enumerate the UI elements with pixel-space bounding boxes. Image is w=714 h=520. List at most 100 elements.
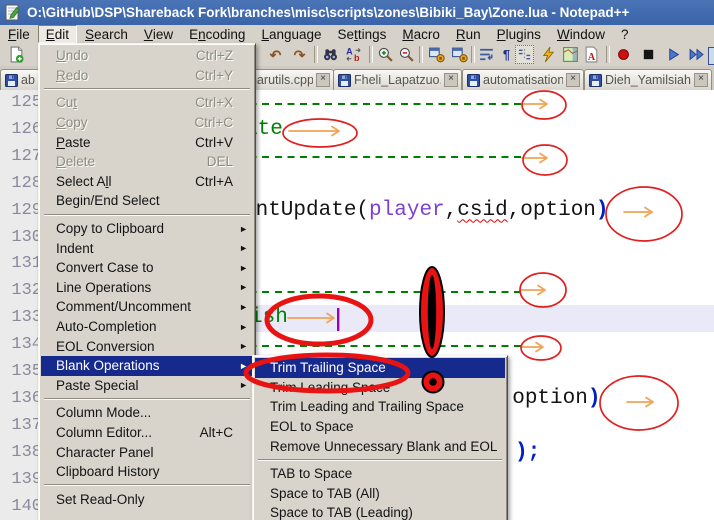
menu-item-column-editor[interactable]: Column Editor...Alt+C (41, 423, 253, 443)
submenu-item-trim-leading-space[interactable]: Trim Leading Space (255, 378, 505, 398)
submenu-arrow-icon: ► (239, 322, 248, 332)
sync-vertical-icon[interactable] (427, 45, 446, 64)
menu-item-copy-to-clipboard[interactable]: Copy to Clipboard► (41, 219, 253, 239)
zoom-out-icon[interactable] (397, 45, 416, 64)
redo-icon[interactable]: ↷ (290, 45, 309, 64)
menu-item-set-read-only[interactable]: Set Read-Only (41, 489, 253, 509)
menu-item-label: Select All (56, 174, 185, 189)
find-icon[interactable] (321, 45, 340, 64)
menu-item-shortcut: Ctrl+Z (196, 48, 233, 63)
submenu-item-tab-to-space[interactable]: TAB to Space (255, 464, 505, 484)
menu-item-comment-uncomment[interactable]: Comment/Uncomment► (41, 297, 253, 317)
menu-separator (42, 211, 252, 219)
line-number: 132 (2, 278, 42, 305)
menu-item-label: Convert Case to (56, 260, 233, 275)
submenu-arrow-icon: ► (239, 263, 248, 273)
menu-item-delete[interactable]: DeleteDEL (41, 152, 253, 172)
menu-item-paste[interactable]: PasteCtrl+V (41, 132, 253, 152)
menu-item-label: Set Read-Only (56, 492, 233, 507)
tab-close-icon[interactable]: × (694, 73, 708, 87)
menubar-item-language[interactable]: Language (253, 25, 329, 43)
line-number: 129 (2, 198, 42, 225)
sync-horizontal-icon[interactable] (450, 45, 469, 64)
menu-item-clipboard-history[interactable]: Clipboard History (41, 462, 253, 482)
undo-icon[interactable]: ↶ (266, 45, 285, 64)
menu-item-label: Delete (56, 154, 197, 169)
edit-menu-dropdown: UndoCtrl+ZRedoCtrl+YCutCtrl+XCopyCtrl+CP… (38, 43, 256, 520)
menu-separator (42, 395, 252, 403)
tab-label: Dieh_Yamilsiah.lua (605, 73, 691, 87)
submenu-item-space-to-tab-all[interactable]: Space to TAB (All) (255, 484, 505, 504)
replace-icon[interactable]: Ab (344, 45, 363, 64)
menu-item-shortcut: Ctrl+A (195, 174, 233, 189)
menu-item-convert-case-to[interactable]: Convert Case to ► (41, 258, 253, 278)
menubar-item-window[interactable]: Window (549, 25, 613, 43)
submenu-item-remove-unnecessary-blank-and-eol[interactable]: Remove Unnecessary Blank and EOL (255, 436, 505, 456)
submenu-item-trim-leading-and-trailing-space[interactable]: Trim Leading and Trailing Space (255, 397, 505, 417)
menu-item-redo[interactable]: RedoCtrl+Y (41, 66, 253, 86)
tab-label: harutils.cpp (250, 73, 313, 87)
macro-play-icon[interactable] (664, 45, 683, 64)
menu-item-column-mode[interactable]: Column Mode... (41, 403, 253, 423)
menu-item-begin-end-select[interactable]: Begin/End Select (41, 191, 253, 211)
submenu-item-space-to-tab-leading[interactable]: Space to TAB (Leading) (255, 503, 505, 520)
menubar-item-edit[interactable]: Edit (38, 25, 77, 43)
menu-item-cut[interactable]: CutCtrl+X (41, 93, 253, 113)
function-list-icon[interactable] (539, 45, 558, 64)
menubar-item-file[interactable]: File (0, 25, 38, 43)
line-number: 138 (2, 440, 42, 467)
menubar-item-view[interactable]: View (136, 25, 181, 43)
show-all-characters-icon[interactable]: ¶ (497, 45, 516, 64)
document-switcher-icon[interactable]: A (582, 45, 601, 64)
submenu-item-eol-to-space[interactable]: EOL to Space (255, 417, 505, 437)
notepadpp-window: O:\GitHub\DSP\Shareback Fork\branches\mi… (0, 0, 714, 520)
submenu-arrow-icon: ► (239, 341, 248, 351)
menubar-item-?[interactable]: ? (613, 25, 637, 43)
macro-stop-icon[interactable] (639, 45, 658, 64)
tab-automatisation.lua[interactable]: automatisation.lua× (462, 69, 584, 90)
new-file-icon[interactable] (7, 45, 26, 64)
menu-item-auto-completion[interactable]: Auto-Completion► (41, 317, 253, 337)
menubar-item-plugins[interactable]: Plugins (489, 25, 549, 43)
tab-close-icon[interactable]: × (444, 73, 458, 87)
menu-separator (256, 456, 504, 464)
tab-dieh_yamilsiah.lua[interactable]: Dieh_Yamilsiah.lua× (584, 69, 712, 90)
menu-item-label: Paste Special (56, 378, 233, 393)
document-map-icon[interactable] (561, 45, 580, 64)
menu-item-undo[interactable]: Undo Ctrl+Z (41, 46, 253, 66)
menu-item-copy[interactable]: CopyCtrl+C (41, 113, 253, 133)
menu-item-label: Comment/Uncomment (56, 299, 233, 314)
tab-close-icon[interactable]: × (316, 73, 330, 87)
menu-item-eol-conversion[interactable]: EOL Conversion ► (41, 336, 253, 356)
menu-item-label: EOL to Space (270, 419, 485, 434)
macro-record-icon[interactable] (614, 45, 633, 64)
menu-item-character-panel[interactable]: Character Panel (41, 442, 253, 462)
word-wrap-icon[interactable] (477, 45, 496, 64)
toolbar-separator (419, 46, 423, 63)
line-number: 125 (2, 90, 42, 117)
menu-item-label: Remove Unnecessary Blank and EOL (270, 439, 497, 454)
menu-item-line-operations[interactable]: Line Operations► (41, 278, 253, 298)
indent-guide-icon[interactable] (515, 45, 534, 64)
line-number: 133 (2, 305, 42, 332)
menu-item-label: Undo (56, 48, 186, 63)
blank-operations-submenu: Trim Trailing SpaceTrim Leading SpaceTri… (252, 355, 508, 520)
tab-fheli_lapatzuo.lua[interactable]: Fheli_Lapatzuo.lua× (333, 69, 462, 90)
menubar-item-encoding[interactable]: Encoding (181, 25, 253, 43)
menu-item-label: Blank Operations (56, 358, 233, 373)
menubar-item-search[interactable]: Search (77, 25, 136, 43)
menu-item-label: EOL Conversion (56, 339, 233, 354)
svg-text:A: A (588, 52, 596, 63)
menubar-item-settings[interactable]: Settings (330, 25, 395, 43)
menubar-item-macro[interactable]: Macro (394, 25, 448, 43)
line-number: 135 (2, 359, 42, 386)
submenu-item-trim-trailing-space[interactable]: Trim Trailing Space (255, 358, 505, 378)
menubar-item-run[interactable]: Run (448, 25, 489, 43)
menu-item-select-all[interactable]: Select All Ctrl+A (41, 172, 253, 192)
macro-run-multiple-icon[interactable] (687, 45, 706, 64)
menu-item-paste-special[interactable]: Paste Special► (41, 376, 253, 396)
tab-close-icon[interactable]: × (566, 73, 580, 87)
menu-item-blank-operations[interactable]: Blank Operations► (41, 356, 253, 376)
menu-item-indent[interactable]: Indent► (41, 238, 253, 258)
zoom-in-icon[interactable] (376, 45, 395, 64)
